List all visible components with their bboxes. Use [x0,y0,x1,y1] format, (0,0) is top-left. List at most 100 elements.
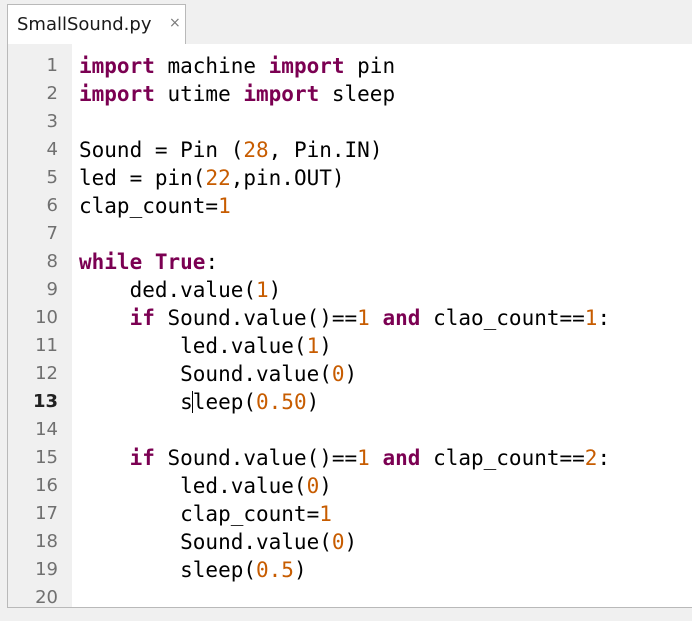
code-token: led.value( [79,334,307,358]
code-token: : [597,446,611,470]
code-token: : [597,306,611,330]
line-number: 1 [46,55,58,76]
code-token: ) [319,474,332,498]
line-number: 10 [35,307,58,328]
line-number: 4 [46,139,58,160]
line-number: 19 [35,559,58,580]
line-number: 5 [46,167,58,188]
code-token: clap_count== [420,446,585,470]
code-line[interactable]: led.value(0) [79,472,332,500]
number-token: 0.50 [256,390,307,414]
code-token: ,pin.OUT) [230,166,345,190]
code-token: s [79,390,193,414]
code-line[interactable]: clap_count=1 [79,500,332,528]
number-token: 1 [306,334,320,358]
keyword-token: while [79,250,143,274]
code-line[interactable]: led = pin(22,pin.OUT) [79,164,345,192]
code-token: leep( [192,390,257,414]
code-token: utime [154,82,244,106]
tab-smallsound-py[interactable]: SmallSound.py × [7,4,186,44]
code-line[interactable]: sleep(0.50) [79,388,319,416]
keyword-token: and [382,446,421,470]
number-token: 1 [319,502,332,526]
code-line[interactable]: Sound.value(0) [79,528,357,556]
line-number: 13 [32,391,58,412]
code-line[interactable]: Sound = Pin (28, Pin.IN) [79,136,382,164]
number-token: 0 [306,474,320,498]
number-token: 2 [584,446,598,470]
number-token: 1 [256,278,269,302]
code-token: led = pin( [79,166,206,190]
code-token: clap_count= [79,502,320,526]
number-token: 0 [331,362,345,386]
code-token: ) [268,278,282,302]
code-line[interactable]: while True: [79,248,218,276]
keyword-token: True [154,250,206,274]
number-token: 1 [357,446,370,470]
number-token: 1 [584,306,598,330]
code-token: Sound.value( [79,362,332,386]
number-token: 28 [243,138,269,162]
code-token: clao_count== [420,306,585,330]
line-number: 12 [35,363,58,384]
close-icon[interactable]: × [169,14,181,32]
code-line[interactable]: ded.value(1) [79,276,282,304]
code-line[interactable]: sleep(0.5) [79,556,306,584]
code-token: Sound.value()== [154,446,358,470]
code-line[interactable]: if Sound.value()==1 and clap_count==2: [79,444,611,472]
code-editor[interactable]: 1 import machine import pin 2 import utime … [7,44,692,608]
keyword-token: and [382,306,421,330]
code-token: led.value( [79,474,307,498]
keyword-token: import [243,82,320,106]
keyword-token: import [79,54,155,78]
code-line[interactable]: led.value(1) [79,332,332,360]
code-token: clap_count= [79,194,219,218]
code-token: ded.value( [79,278,257,302]
line-number: 20 [35,587,58,608]
number-token: 0 [331,530,345,554]
code-token: Sound = Pin ( [79,138,244,162]
number-token: 1 [218,194,231,218]
keyword-token: if [129,306,155,330]
code-token: : [205,250,219,274]
number-token: 1 [357,306,370,330]
line-number: 9 [46,279,58,300]
code-token: sleep [319,82,396,106]
keyword-token: import [268,54,345,78]
code-line[interactable]: Sound.value(0) [79,360,357,388]
line-number: 15 [35,447,58,468]
line-number: 17 [35,503,58,524]
code-token: ) [319,334,332,358]
tab-bar: SmallSound.py × [0,0,692,44]
keyword-token: if [129,446,155,470]
keyword-token: import [79,82,155,106]
code-line[interactable]: import utime import sleep [79,80,395,108]
code-line[interactable]: import machine import pin [79,52,395,80]
line-number: 8 [46,251,58,272]
line-number: 6 [46,195,58,216]
code-line[interactable]: if Sound.value()==1 and clao_count==1: [79,304,611,332]
code-token: machine [154,54,269,78]
code-token: pin [344,54,396,78]
number-token: 22 [205,166,231,190]
code-token: ) [344,362,358,386]
code-token: Sound.value()== [154,306,358,330]
code-token: sleep( [79,558,257,582]
line-number: 11 [35,335,58,356]
line-number: 14 [35,419,58,440]
line-number: 2 [46,83,58,104]
code-token: ) [344,530,358,554]
code-token: Sound.value( [79,530,332,554]
tab-title: SmallSound.py [17,14,152,35]
line-number: 7 [46,223,58,244]
code-line[interactable]: clap_count=1 [79,192,231,220]
number-token: 0.5 [256,558,294,582]
code-token: ) [306,390,320,414]
code-token: , Pin.IN) [268,138,383,162]
line-number: 3 [46,111,58,132]
